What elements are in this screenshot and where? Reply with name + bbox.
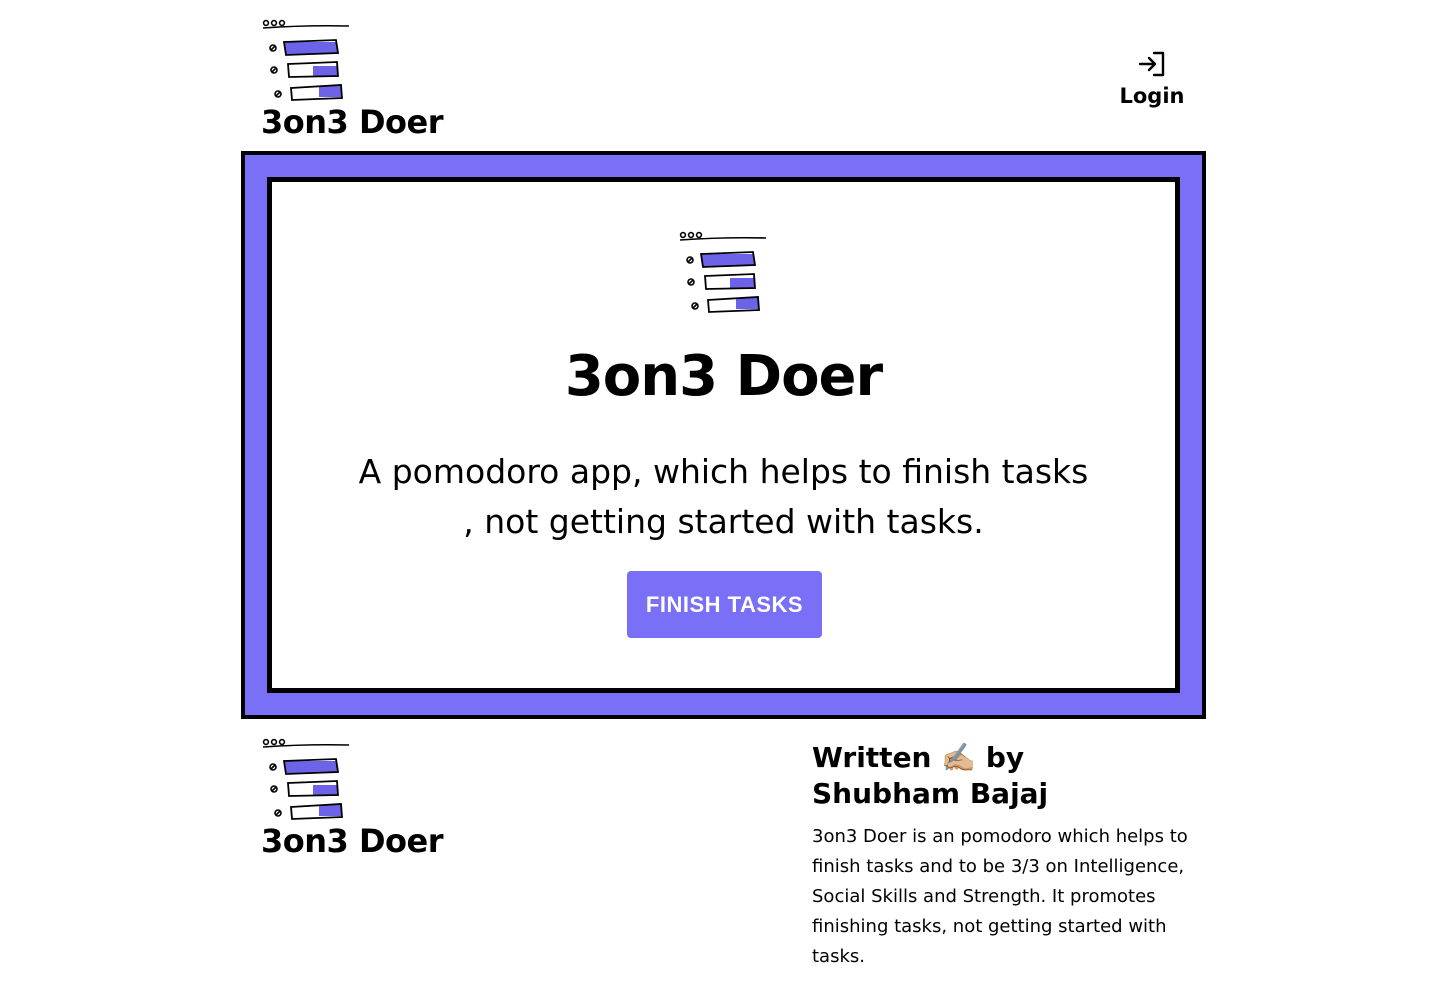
- about-author: Shubham Bajaj: [812, 777, 1049, 810]
- about-title-written: Written: [812, 741, 932, 774]
- login-button[interactable]: Login: [1108, 50, 1196, 108]
- about-title: Written ✍🏼 by Shubham Bajaj: [812, 740, 1202, 812]
- writing-hand-icon: ✍🏼: [941, 741, 977, 774]
- page: 3on3 Doer Login 3on3 Doer A pomodoro app…: [0, 0, 1429, 983]
- checklist-logo-icon: [679, 231, 766, 313]
- hero-tagline: A pomodoro app, which helps to finish ta…: [302, 447, 1145, 547]
- finish-tasks-button[interactable]: FINISH TASKS: [627, 571, 822, 638]
- about-section: Written ✍🏼 by Shubham Bajaj 3on3 Doer is…: [812, 740, 1202, 972]
- hero-card: 3on3 Doer A pomodoro app, which helps to…: [267, 177, 1180, 693]
- header-brand[interactable]: 3on3 Doer: [261, 16, 481, 138]
- about-text: 3on3 Doer is an pomodoro which helps to …: [812, 826, 1188, 967]
- hero-tagline-line1: A pomodoro app, which helps to finish ta…: [358, 452, 1089, 491]
- hero-frame: 3on3 Doer A pomodoro app, which helps to…: [241, 151, 1206, 719]
- footer-brand[interactable]: 3on3 Doer: [261, 735, 481, 857]
- about-title-by: by: [985, 741, 1025, 774]
- footer-brand-name: 3on3 Doer: [261, 822, 443, 860]
- login-label: Login: [1119, 84, 1185, 108]
- checklist-logo-icon: [262, 738, 350, 820]
- hero-title: 3on3 Doer: [564, 344, 883, 409]
- checklist-logo-icon: [262, 19, 350, 101]
- hero-tagline-line2: , not getting started with tasks.: [463, 502, 984, 541]
- login-arrow-icon: [1138, 51, 1165, 77]
- brand-name: 3on3 Doer: [261, 103, 443, 141]
